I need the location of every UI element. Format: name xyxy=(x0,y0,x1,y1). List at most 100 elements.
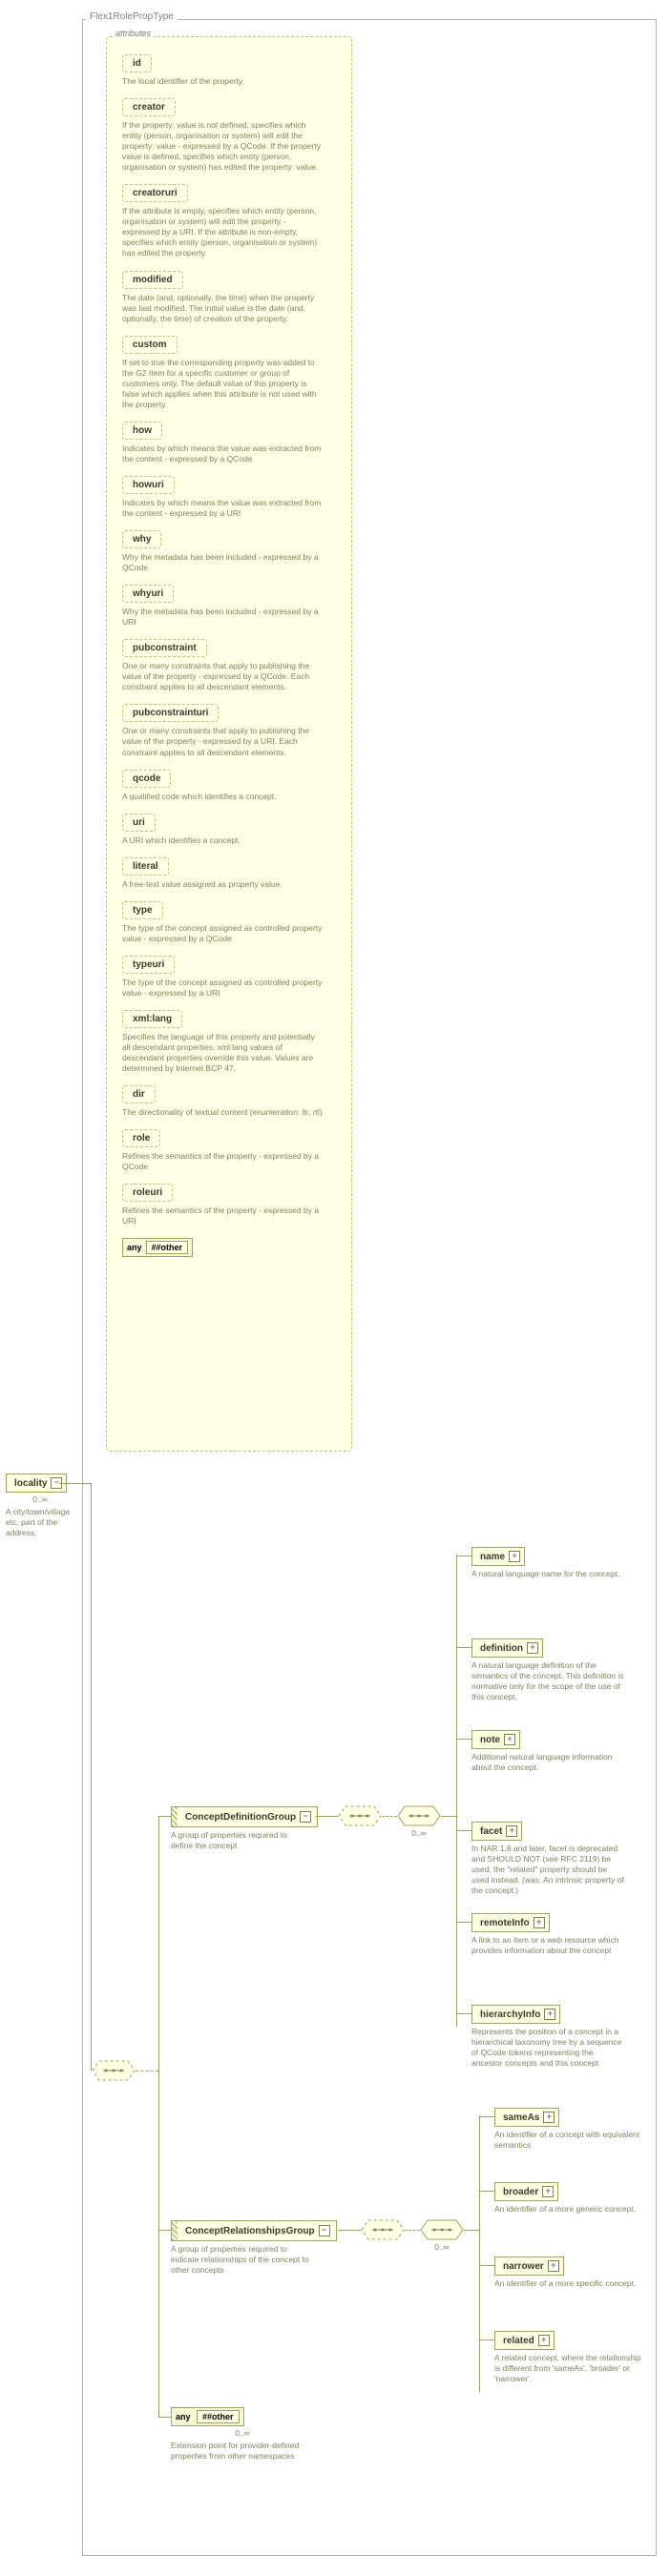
remoteInfo-label: remoteInfo xyxy=(480,1918,530,1928)
facet-element[interactable]: facet+ xyxy=(471,1822,522,1841)
group-rel-sequence-outer[interactable] xyxy=(361,2219,405,2240)
attributes-frame: idThe local identifier of the property. c… xyxy=(106,36,352,1452)
note-desc: Additional natural language information … xyxy=(471,1752,624,1773)
concept-relationships-group[interactable]: ConceptRelationshipsGroup − xyxy=(171,2220,337,2241)
narrower-element[interactable]: narrower+ xyxy=(494,2257,564,2276)
definition-element[interactable]: definition+ xyxy=(471,1638,543,1658)
attribute-desc: The date (and, optionally, the time) whe… xyxy=(122,293,323,324)
attribute-creatoruri[interactable]: creatoruri xyxy=(122,184,188,202)
type-name-label: Flex1RolePropType xyxy=(86,11,178,22)
group-rel-sequence-inner[interactable]: 0..∞ xyxy=(420,2219,464,2240)
attribute-dir[interactable]: dir xyxy=(122,1085,156,1103)
expand-icon[interactable]: + xyxy=(534,1917,545,1928)
any-other-element: any ##other 0..∞ Extension point for pro… xyxy=(171,2407,314,2462)
attribute-desc: One or many constraints that apply to pu… xyxy=(122,661,323,692)
connector xyxy=(479,2191,494,2192)
expand-icon[interactable]: + xyxy=(527,1642,538,1654)
expand-icon[interactable]: + xyxy=(509,1551,520,1562)
attribute-modified[interactable]: modified xyxy=(122,271,183,289)
attribute-item: qcode A qualified code which identifies a… xyxy=(122,770,336,802)
connector xyxy=(456,1922,471,1923)
expand-icon[interactable]: + xyxy=(544,2009,555,2020)
expand-icon[interactable]: + xyxy=(548,2260,559,2272)
attribute-item: typeThe type of the concept assigned as … xyxy=(122,901,336,944)
attribute-desc: A free-text value assigned as property v… xyxy=(122,879,323,890)
attribute-role[interactable]: role xyxy=(122,1129,160,1147)
any-attribute: any##other xyxy=(122,1238,336,1257)
connector xyxy=(479,2115,480,2392)
expand-icon[interactable]: + xyxy=(506,1825,517,1837)
attribute-literal[interactable]: literal xyxy=(122,857,169,876)
attribute-uri[interactable]: uri xyxy=(122,814,156,832)
group-def-sequence-outer[interactable] xyxy=(338,1805,382,1826)
remoteInfo-element[interactable]: remoteInfo + xyxy=(471,1913,550,1932)
connector xyxy=(158,1816,171,1817)
main-sequence[interactable] xyxy=(92,2060,136,2081)
connector xyxy=(441,1816,456,1817)
group-rel-label: ConceptRelationshipsGroup xyxy=(185,2226,315,2236)
attributes-list: idThe local identifier of the property. c… xyxy=(107,37,351,1280)
group-def-label: ConceptDefinitionGroup xyxy=(185,1812,296,1823)
child-name: name + A natural language name for the con… xyxy=(471,1547,619,1579)
attribute-creator[interactable]: creator xyxy=(122,98,176,116)
sameAs-element[interactable]: sameAs + xyxy=(494,2108,559,2127)
collapse-icon[interactable]: − xyxy=(319,2225,330,2236)
connector xyxy=(382,1816,397,1817)
name-desc: A natural language name for the concept. xyxy=(471,1569,619,1579)
child-remoteInfo: remoteInfo+A link to an item or a web re… xyxy=(471,1913,624,1956)
name-element[interactable]: name + xyxy=(471,1547,525,1566)
attribute-item: howIndicates by which means the value wa… xyxy=(122,422,336,464)
any-label: any xyxy=(176,2412,191,2421)
facet-desc: In NAR 1.8 and later, facet is deprecate… xyxy=(471,1844,624,1896)
narrower-desc: An identifier of a more specific concept… xyxy=(494,2278,636,2289)
attribute-pubconstrainturi[interactable]: pubconstrainturi xyxy=(122,704,219,722)
related-element[interactable]: related+ xyxy=(494,2331,555,2350)
note-element[interactable]: note+ xyxy=(471,1730,520,1749)
group-def-occ: 0..∞ xyxy=(397,1828,441,1838)
connector xyxy=(479,2339,494,2340)
broader-element[interactable]: broader+ xyxy=(494,2182,558,2201)
attribute-whyuri[interactable]: whyuri xyxy=(122,585,174,603)
attribute-item: xml:langSpecifies the language of this p… xyxy=(122,1010,336,1074)
connector xyxy=(315,1816,338,1817)
name-label: name xyxy=(480,1552,505,1562)
any-attr-label: any xyxy=(127,1243,142,1252)
locality-element[interactable]: locality − xyxy=(6,1473,67,1493)
expand-icon[interactable]: + xyxy=(538,2335,550,2346)
hierarchyInfo-element[interactable]: hierarchyInfo+ xyxy=(471,2005,560,2024)
attribute-desc: Why the metadata has been included - exp… xyxy=(122,607,323,628)
connector xyxy=(158,1816,159,2417)
attribute-how[interactable]: how xyxy=(122,422,162,440)
attribute-desc: A qualified code which identifies a conc… xyxy=(122,792,323,802)
child-definition: definition+A natural language definition… xyxy=(471,1638,624,1702)
attribute-id[interactable]: id xyxy=(122,54,152,72)
attribute-pubconstraint[interactable]: pubconstraint xyxy=(122,639,207,657)
expand-icon[interactable]: + xyxy=(542,2186,554,2197)
attribute-roleuri[interactable]: roleuri xyxy=(122,1184,173,1202)
concept-definition-group[interactable]: ConceptDefinitionGroup − xyxy=(171,1806,318,1827)
connector xyxy=(456,1830,471,1831)
connector xyxy=(91,1483,92,2071)
attribute-item: idThe local identifier of the property. xyxy=(122,54,336,87)
connector xyxy=(456,1555,457,2027)
collapse-icon[interactable]: − xyxy=(300,1811,311,1823)
group-def-desc: A group of properties required to define… xyxy=(171,1830,304,1851)
child-sameAs: sameAs+An identifier of a concept with e… xyxy=(494,2108,647,2151)
attribute-qcode[interactable]: qcode xyxy=(122,770,171,788)
attribute-item: typeuriThe type of the concept assigned … xyxy=(122,956,336,999)
attribute-item: pubconstraint One or many constraints tha… xyxy=(122,639,336,692)
attribute-typeuri[interactable]: typeuri xyxy=(122,956,175,974)
attribute-xml-lang[interactable]: xml:lang xyxy=(122,1010,182,1028)
attribute-desc: Refines the semantics of the property - … xyxy=(122,1206,323,1226)
attribute-why[interactable]: why xyxy=(122,530,161,548)
connector xyxy=(405,2230,420,2231)
expand-icon[interactable]: + xyxy=(543,2112,555,2123)
attribute-custom[interactable]: custom xyxy=(122,336,178,354)
expand-icon[interactable]: + xyxy=(504,1734,515,1745)
group-def-sequence-inner[interactable]: 0..∞ xyxy=(397,1805,441,1826)
sameAs-label: sameAs xyxy=(503,2112,539,2123)
attribute-type[interactable]: type xyxy=(122,901,163,919)
attribute-howuri[interactable]: howuri xyxy=(122,476,175,494)
any-other-chip[interactable]: any ##other xyxy=(171,2407,244,2426)
any-attribute-chip[interactable]: any##other xyxy=(122,1238,193,1257)
